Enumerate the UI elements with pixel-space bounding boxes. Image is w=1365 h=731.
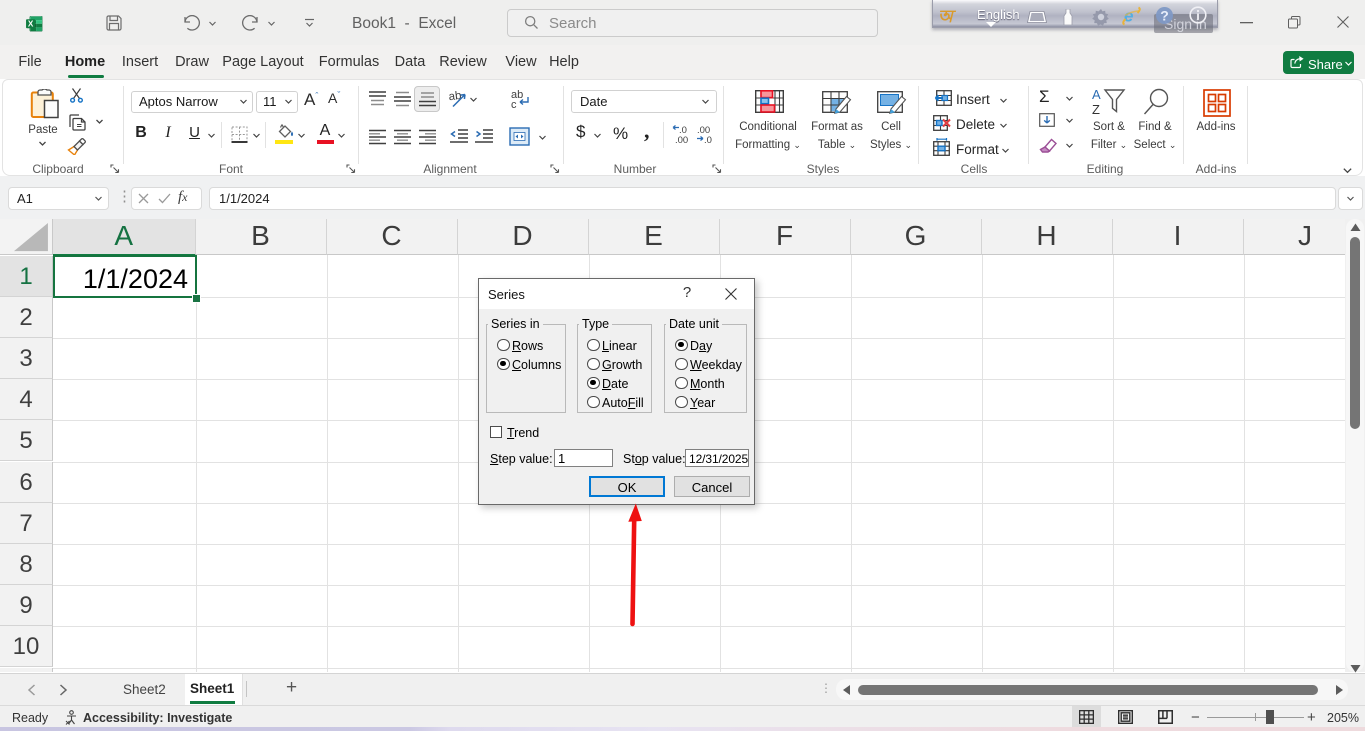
svg-text:.00: .00 [675,135,688,144]
svg-text:ab: ab [449,90,462,103]
svg-text:c: c [511,99,517,109]
svg-text:A: A [1092,87,1101,102]
svg-text:Z: Z [1092,102,1100,116]
svg-text:.0: .0 [704,135,712,144]
svg-text:X: X [28,19,34,28]
svg-text:?: ? [1160,8,1169,24]
